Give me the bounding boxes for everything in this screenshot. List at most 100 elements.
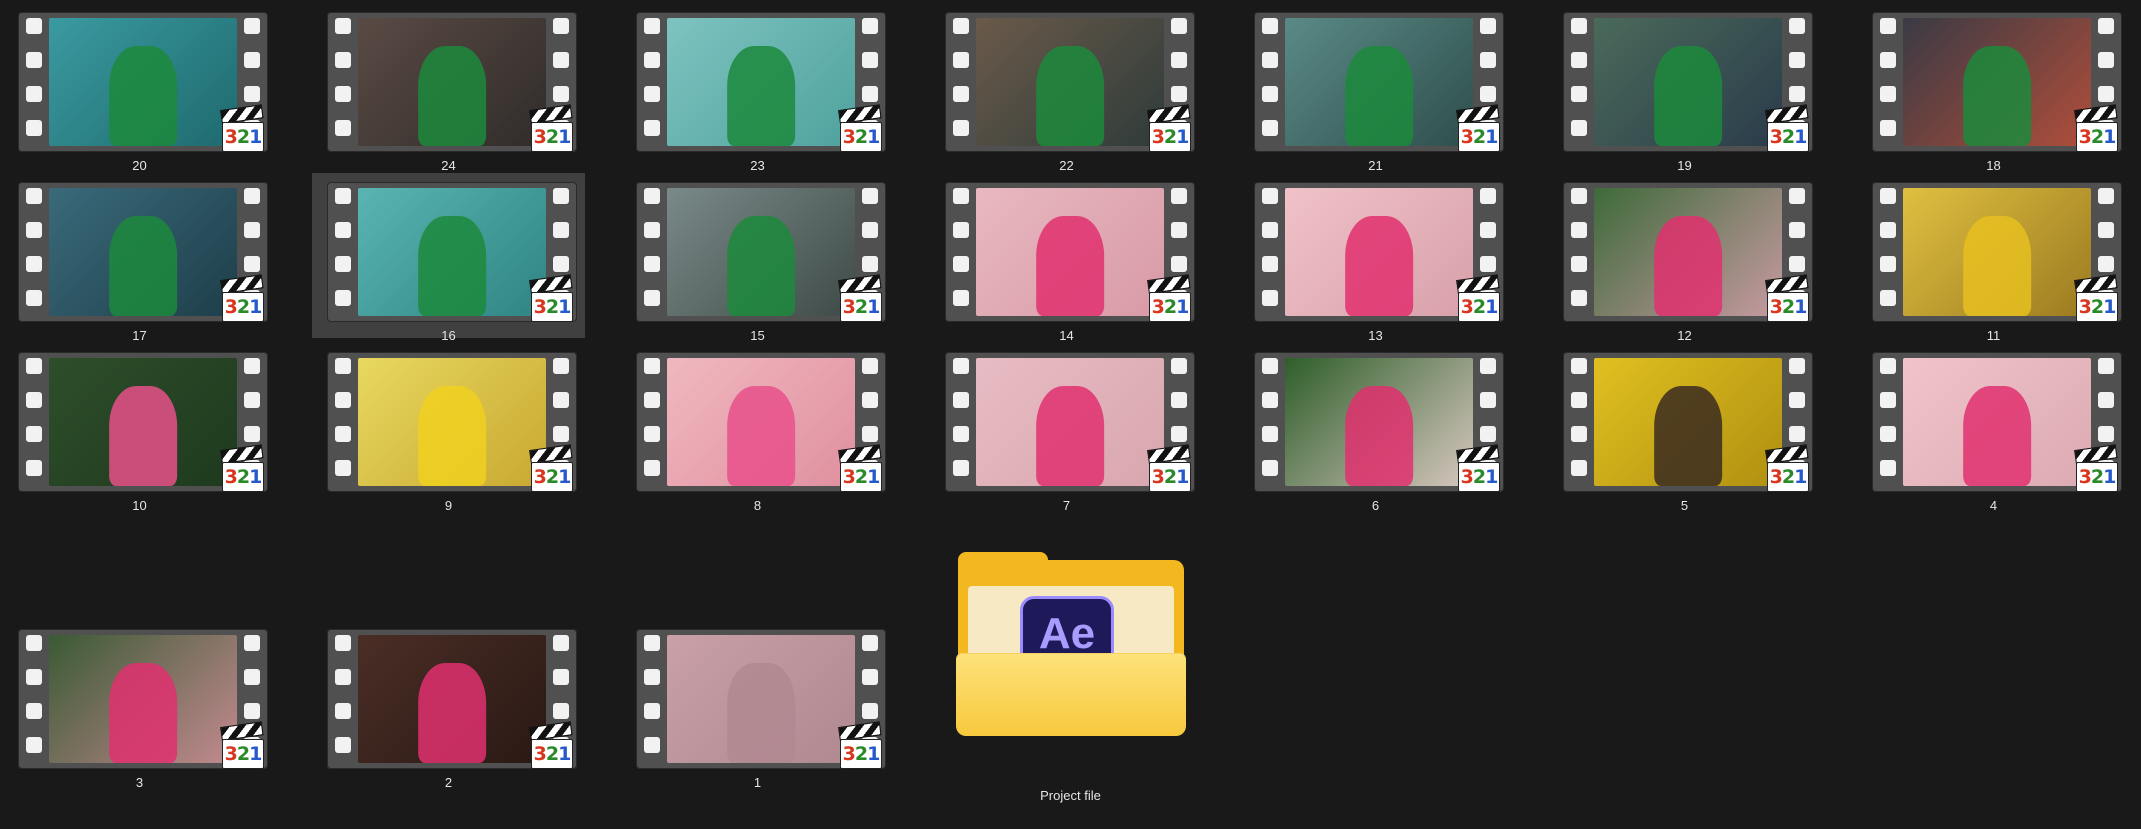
media-player-classic-icon: 321 bbox=[1765, 104, 1809, 152]
video-file-tile[interactable]: 321 18 bbox=[1857, 3, 2130, 173]
film-sprocket-holes bbox=[24, 188, 44, 316]
video-file-tile[interactable]: 321 14 bbox=[930, 173, 1203, 343]
folder-label: Project file bbox=[1040, 788, 1101, 803]
video-file-tile[interactable]: 321 15 bbox=[621, 173, 894, 343]
file-name-label: 14 bbox=[1059, 328, 1074, 343]
preview-subject bbox=[1345, 46, 1413, 146]
film-sprocket-holes bbox=[333, 188, 353, 316]
film-strip-thumbnail: 321 bbox=[1872, 352, 2122, 492]
video-preview-frame bbox=[976, 18, 1164, 146]
film-sprocket-holes bbox=[333, 635, 353, 763]
preview-subject bbox=[727, 663, 795, 763]
video-preview-frame bbox=[1594, 358, 1782, 486]
film-sprocket-holes bbox=[642, 358, 662, 486]
file-name-label: 20 bbox=[132, 158, 147, 173]
video-preview-frame bbox=[1903, 358, 2091, 486]
video-file-tile[interactable]: 321 13 bbox=[1239, 173, 1512, 343]
media-player-classic-icon: 321 bbox=[220, 444, 264, 492]
preview-subject bbox=[109, 386, 177, 486]
film-sprocket-holes bbox=[951, 18, 971, 146]
film-strip-thumbnail: 321 bbox=[636, 12, 886, 152]
media-player-classic-icon: 321 bbox=[1147, 444, 1191, 492]
video-file-tile[interactable]: 321 12 bbox=[1548, 173, 1821, 343]
video-preview-frame bbox=[358, 358, 546, 486]
film-strip-thumbnail: 321 bbox=[18, 629, 268, 769]
video-preview-frame bbox=[1594, 188, 1782, 316]
preview-subject bbox=[1963, 386, 2031, 486]
video-file-tile[interactable]: 321 23 bbox=[621, 3, 894, 173]
film-sprocket-holes bbox=[1569, 188, 1589, 316]
file-name-label: 8 bbox=[753, 498, 762, 513]
media-player-classic-icon: 321 bbox=[2074, 104, 2118, 152]
video-file-tile[interactable]: 321 7 bbox=[930, 343, 1203, 513]
video-preview-frame bbox=[49, 18, 237, 146]
preview-subject bbox=[727, 46, 795, 146]
media-player-classic-icon: 321 bbox=[1456, 444, 1500, 492]
video-file-tile[interactable]: 321 2 bbox=[312, 620, 585, 790]
film-sprocket-holes bbox=[951, 188, 971, 316]
video-file-tile[interactable]: 321 24 bbox=[312, 3, 585, 173]
video-preview-frame bbox=[358, 18, 546, 146]
film-strip-thumbnail: 321 bbox=[1254, 12, 1504, 152]
video-file-tile[interactable]: 321 16 bbox=[312, 173, 585, 343]
film-sprocket-holes bbox=[333, 18, 353, 146]
preview-subject bbox=[109, 216, 177, 316]
video-file-tile[interactable]: 321 22 bbox=[930, 3, 1203, 173]
video-file-tile[interactable]: 321 21 bbox=[1239, 3, 1512, 173]
video-file-tile[interactable]: 321 3 bbox=[3, 620, 276, 790]
film-strip-thumbnail: 321 bbox=[636, 182, 886, 322]
film-sprocket-holes bbox=[642, 188, 662, 316]
video-file-tile[interactable]: 321 6 bbox=[1239, 343, 1512, 513]
preview-subject bbox=[1036, 386, 1104, 486]
media-player-classic-icon: 321 bbox=[220, 274, 264, 322]
preview-subject bbox=[1654, 386, 1722, 486]
preview-subject bbox=[1654, 46, 1722, 146]
film-sprocket-holes bbox=[1260, 18, 1280, 146]
preview-subject bbox=[727, 386, 795, 486]
file-name-label: 18 bbox=[1986, 158, 2001, 173]
file-name-label: 22 bbox=[1059, 158, 1074, 173]
video-file-tile[interactable]: 321 20 bbox=[3, 3, 276, 173]
preview-subject bbox=[1036, 46, 1104, 146]
preview-subject bbox=[418, 663, 486, 763]
video-file-tile[interactable]: 321 5 bbox=[1548, 343, 1821, 513]
video-file-tile[interactable]: 321 19 bbox=[1548, 3, 1821, 173]
file-name-label: 13 bbox=[1368, 328, 1383, 343]
video-file-tile[interactable]: 321 10 bbox=[3, 343, 276, 513]
media-player-classic-icon: 321 bbox=[1765, 274, 1809, 322]
preview-subject bbox=[418, 386, 486, 486]
media-player-classic-icon: 321 bbox=[1147, 274, 1191, 322]
film-strip-thumbnail: 321 bbox=[1872, 12, 2122, 152]
film-strip-thumbnail: 321 bbox=[327, 182, 577, 322]
file-name-label: 21 bbox=[1368, 158, 1383, 173]
file-name-label: 17 bbox=[132, 328, 147, 343]
preview-subject bbox=[418, 46, 486, 146]
media-player-classic-icon: 321 bbox=[529, 274, 573, 322]
file-name-label: 12 bbox=[1677, 328, 1692, 343]
film-strip-thumbnail: 321 bbox=[1254, 182, 1504, 322]
film-sprocket-holes bbox=[642, 635, 662, 763]
video-preview-frame bbox=[1903, 18, 2091, 146]
video-preview-frame bbox=[667, 18, 855, 146]
preview-subject bbox=[1345, 386, 1413, 486]
film-sprocket-holes bbox=[1260, 358, 1280, 486]
preview-subject bbox=[109, 663, 177, 763]
file-name-label: 1 bbox=[753, 775, 762, 790]
media-player-classic-icon: 321 bbox=[220, 721, 264, 769]
project-folder[interactable]: Ae Project file bbox=[934, 552, 1207, 803]
video-preview-frame bbox=[667, 358, 855, 486]
media-player-classic-icon: 321 bbox=[529, 104, 573, 152]
file-name-label: 23 bbox=[750, 158, 765, 173]
video-file-tile[interactable]: 321 1 bbox=[621, 620, 894, 790]
video-file-tile[interactable]: 321 4 bbox=[1857, 343, 2130, 513]
video-preview-frame bbox=[667, 188, 855, 316]
video-file-tile[interactable]: 321 8 bbox=[621, 343, 894, 513]
file-name-label: 24 bbox=[441, 158, 456, 173]
video-file-tile[interactable]: 321 11 bbox=[1857, 173, 2130, 343]
video-preview-frame bbox=[1285, 358, 1473, 486]
video-file-tile[interactable]: 321 9 bbox=[312, 343, 585, 513]
preview-subject bbox=[109, 46, 177, 146]
film-strip-thumbnail: 321 bbox=[636, 352, 886, 492]
video-file-tile[interactable]: 321 17 bbox=[3, 173, 276, 343]
media-player-classic-icon: 321 bbox=[838, 104, 882, 152]
